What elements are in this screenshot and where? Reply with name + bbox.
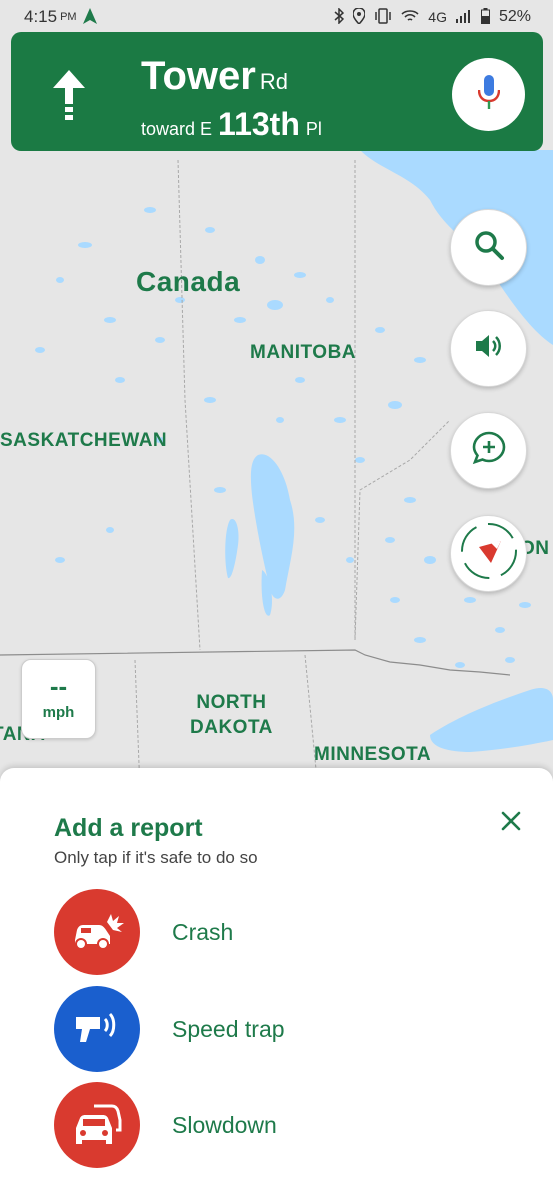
- map-label-north-dakota-line2: DAKOTA: [190, 717, 273, 738]
- report-label-speed-trap: Speed trap: [172, 1015, 285, 1042]
- crash-icon-circle: [54, 889, 140, 975]
- search-icon: [473, 229, 505, 266]
- navigation-banner[interactable]: Tower Rd toward E 113th Pl: [11, 32, 543, 151]
- vibrate-icon: [374, 7, 392, 27]
- toward-main: 113th: [218, 106, 300, 142]
- close-button[interactable]: [494, 806, 528, 840]
- speed-trap-icon: [72, 1009, 122, 1050]
- battery-icon: [480, 7, 490, 27]
- sheet-title: Add a report: [54, 814, 203, 842]
- battery-percent: 52%: [498, 8, 531, 25]
- speed-value: --: [49, 671, 68, 701]
- toward-suffix: Pl: [305, 119, 322, 139]
- slowdown-icon-circle: [54, 1082, 140, 1168]
- map-label-north-dakota: NORTH DAKOTA: [190, 690, 273, 740]
- navigation-arrow-icon: [82, 7, 97, 27]
- add-report-sheet: Add a report Only tap if it's safe to do…: [0, 768, 553, 1200]
- add-report-icon: [472, 431, 506, 470]
- bluetooth-icon: [334, 6, 345, 27]
- report-label-slowdown: Slowdown: [172, 1111, 277, 1138]
- sound-button[interactable]: [450, 310, 527, 387]
- report-option-speed-trap[interactable]: Speed trap: [54, 986, 514, 1072]
- volume-icon: [474, 332, 504, 365]
- crash-icon: [69, 910, 125, 955]
- sheet-subtitle: Only tap if it's safe to do so: [54, 848, 258, 867]
- recenter-button[interactable]: [450, 515, 527, 592]
- signal-icon: [455, 9, 472, 26]
- street-name-main: Tower: [141, 54, 256, 98]
- location-icon: [352, 6, 367, 27]
- compass-icon: [457, 519, 521, 588]
- straight-arrow-icon: [51, 70, 87, 122]
- slowdown-icon: [72, 1100, 122, 1151]
- speed-unit: mph: [42, 704, 75, 721]
- add-report-button[interactable]: [450, 412, 527, 489]
- search-button[interactable]: [450, 209, 527, 286]
- map-label-saskatchewan: SASKATCHEWAN: [0, 430, 168, 451]
- voice-search-button[interactable]: [452, 58, 525, 131]
- wifi-icon: [401, 9, 419, 26]
- map-label-manitoba: MANITOBA: [250, 342, 357, 363]
- report-label-crash: Crash: [172, 918, 234, 945]
- status-icons: 4G 52%: [334, 6, 531, 27]
- street-name: Tower Rd: [141, 54, 288, 99]
- status-bar: 4:15 PM 4G 52%: [0, 0, 553, 34]
- toward-prefix: toward E: [141, 119, 213, 139]
- toward-street: toward E 113th Pl: [141, 106, 322, 143]
- network-type: 4G: [428, 9, 447, 25]
- speedometer: -- mph: [21, 659, 96, 739]
- close-icon: [501, 811, 521, 836]
- microphone-icon: [477, 75, 500, 114]
- report-option-crash[interactable]: Crash: [54, 889, 514, 975]
- map-label-minnesota: MINNESOTA: [314, 744, 432, 765]
- report-option-slowdown[interactable]: Slowdown: [54, 1082, 514, 1168]
- speed-trap-icon-circle: [54, 986, 140, 1072]
- status-time: 4:15: [24, 7, 58, 26]
- status-ampm: PM: [60, 11, 77, 23]
- street-name-suffix: Rd: [259, 69, 288, 94]
- map-label-north-dakota-line1: NORTH: [196, 692, 267, 713]
- map-label-canada: Canada: [136, 266, 241, 297]
